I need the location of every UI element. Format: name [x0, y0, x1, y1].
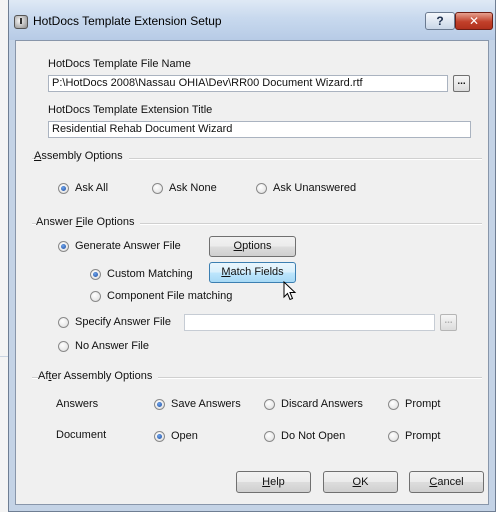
radio-dot	[388, 430, 399, 442]
radio-dot	[58, 316, 69, 328]
close-button[interactable]: ✕	[455, 12, 493, 30]
radio-dot	[58, 240, 69, 252]
radio-dot	[154, 398, 165, 410]
extension-title-label: HotDocs Template Extension Title	[48, 104, 213, 116]
radio-label: Ask None	[169, 182, 217, 194]
radio-no-answer-file[interactable]: No Answer File	[58, 340, 149, 352]
radio-ask-unanswered[interactable]: Ask Unanswered	[256, 182, 356, 194]
radio-label: Prompt	[405, 430, 441, 442]
radio-dot	[58, 182, 69, 194]
radio-label: Generate Answer File	[75, 240, 181, 252]
template-file-label: HotDocs Template File Name	[48, 58, 191, 70]
options-button[interactable]: Options	[209, 236, 296, 257]
radio-label: Prompt	[405, 398, 441, 410]
radio-label: Specify Answer File	[75, 316, 171, 328]
template-file-field[interactable]: P:\HotDocs 2008\Nassau OHIA\Dev\RR00 Doc…	[48, 75, 448, 92]
background-window-edge	[0, 0, 8, 512]
dialog-client-area: HotDocs Template File Name P:\HotDocs 20…	[15, 40, 489, 505]
radio-dot	[58, 340, 69, 352]
extension-title-field[interactable]: Residential Rehab Document Wizard	[48, 121, 471, 138]
radio-dot	[152, 182, 163, 194]
radio-dot	[90, 268, 101, 280]
radio-dot	[256, 182, 267, 194]
radio-ask-none[interactable]: Ask None	[152, 182, 217, 194]
radio-dot	[154, 430, 165, 442]
radio-do-not-open[interactable]: Do Not Open	[264, 430, 345, 442]
mouse-pointer-icon	[283, 281, 297, 301]
radio-dot	[388, 398, 399, 410]
help-title-button[interactable]: ?	[425, 12, 455, 30]
radio-document-prompt[interactable]: Prompt	[388, 430, 440, 442]
specify-answer-file-field[interactable]	[184, 314, 435, 331]
radio-answers-prompt[interactable]: Prompt	[388, 398, 440, 410]
radio-label: Component File matching	[107, 290, 233, 302]
radio-label: Ask All	[75, 182, 109, 194]
radio-label: Do Not Open	[281, 430, 346, 442]
radio-label: No Answer File	[75, 340, 149, 352]
radio-dot	[264, 398, 275, 410]
answer-file-group-label: Answer File Options	[36, 216, 141, 228]
radio-dot	[264, 430, 275, 442]
help-button[interactable]: Help	[236, 471, 311, 493]
radio-save-answers[interactable]: Save Answers	[154, 398, 241, 410]
radio-label: Open	[171, 430, 198, 442]
ok-button[interactable]: OK	[323, 471, 398, 493]
radio-label: Ask Unanswered	[273, 182, 357, 194]
radio-generate-answer-file[interactable]: Generate Answer File	[58, 240, 181, 252]
radio-label: Save Answers	[171, 398, 241, 410]
specify-answer-file-browse-button[interactable]: ...	[440, 314, 457, 331]
radio-component-file-matching[interactable]: Component File matching	[90, 290, 232, 302]
radio-specify-answer-file[interactable]: Specify Answer File	[58, 316, 171, 328]
hotdocs-app-icon	[14, 15, 28, 29]
radio-label: Custom Matching	[107, 268, 193, 280]
after-assembly-group-label: After Assembly Options	[38, 370, 159, 382]
answers-label: Answers	[56, 398, 99, 410]
match-fields-button[interactable]: Match Fields	[209, 262, 296, 283]
window-title: HotDocs Template Extension Setup	[33, 14, 222, 28]
document-label: Document	[56, 429, 107, 441]
assembly-group-label: Assembly Options	[34, 150, 129, 162]
cancel-button[interactable]: Cancel	[409, 471, 484, 493]
template-file-browse-button[interactable]: ...	[453, 75, 470, 92]
radio-label: Discard Answers	[281, 398, 363, 410]
radio-open-document[interactable]: Open	[154, 430, 198, 442]
title-bar[interactable]: HotDocs Template Extension Setup ? ✕	[9, 0, 495, 40]
radio-custom-matching[interactable]: Custom Matching	[90, 268, 193, 280]
radio-dot	[90, 290, 101, 302]
dialog-window: HotDocs Template Extension Setup ? ✕ Hot…	[8, 0, 496, 512]
radio-discard-answers[interactable]: Discard Answers	[264, 398, 363, 410]
radio-ask-all[interactable]: Ask All	[58, 182, 108, 194]
